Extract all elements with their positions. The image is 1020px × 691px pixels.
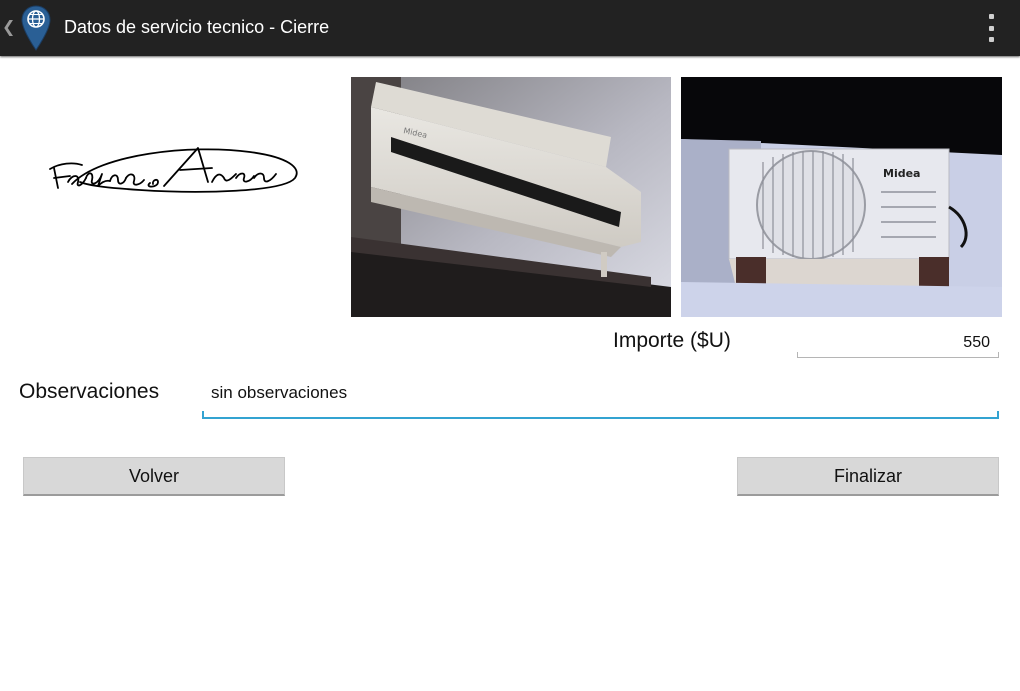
globe-location-pin-icon[interactable]: [20, 4, 52, 52]
importe-label: Importe ($U): [613, 329, 731, 352]
observaciones-label: Observaciones: [19, 380, 160, 403]
overflow-menu-icon[interactable]: [984, 14, 998, 42]
observaciones-value: sin observaciones: [211, 383, 348, 402]
importe-value: 550: [963, 334, 990, 351]
importe-input[interactable]: 550: [797, 330, 999, 358]
chevron-left-icon[interactable]: ❮: [2, 17, 15, 36]
signature-image[interactable]: [40, 138, 310, 208]
finalizar-button[interactable]: Finalizar: [737, 457, 999, 496]
action-bar: ❮ Datos de servicio tecnico - Cierre: [0, 0, 1020, 56]
volver-button[interactable]: Volver: [23, 457, 285, 496]
photo-outdoor-ac-unit[interactable]: Midea: [681, 77, 1002, 317]
page-title: Datos de servicio tecnico - Cierre: [64, 17, 330, 37]
svg-text:Midea: Midea: [883, 167, 920, 180]
photo-indoor-ac-unit[interactable]: Midea: [351, 77, 671, 317]
observaciones-input[interactable]: sin observaciones: [202, 377, 999, 419]
